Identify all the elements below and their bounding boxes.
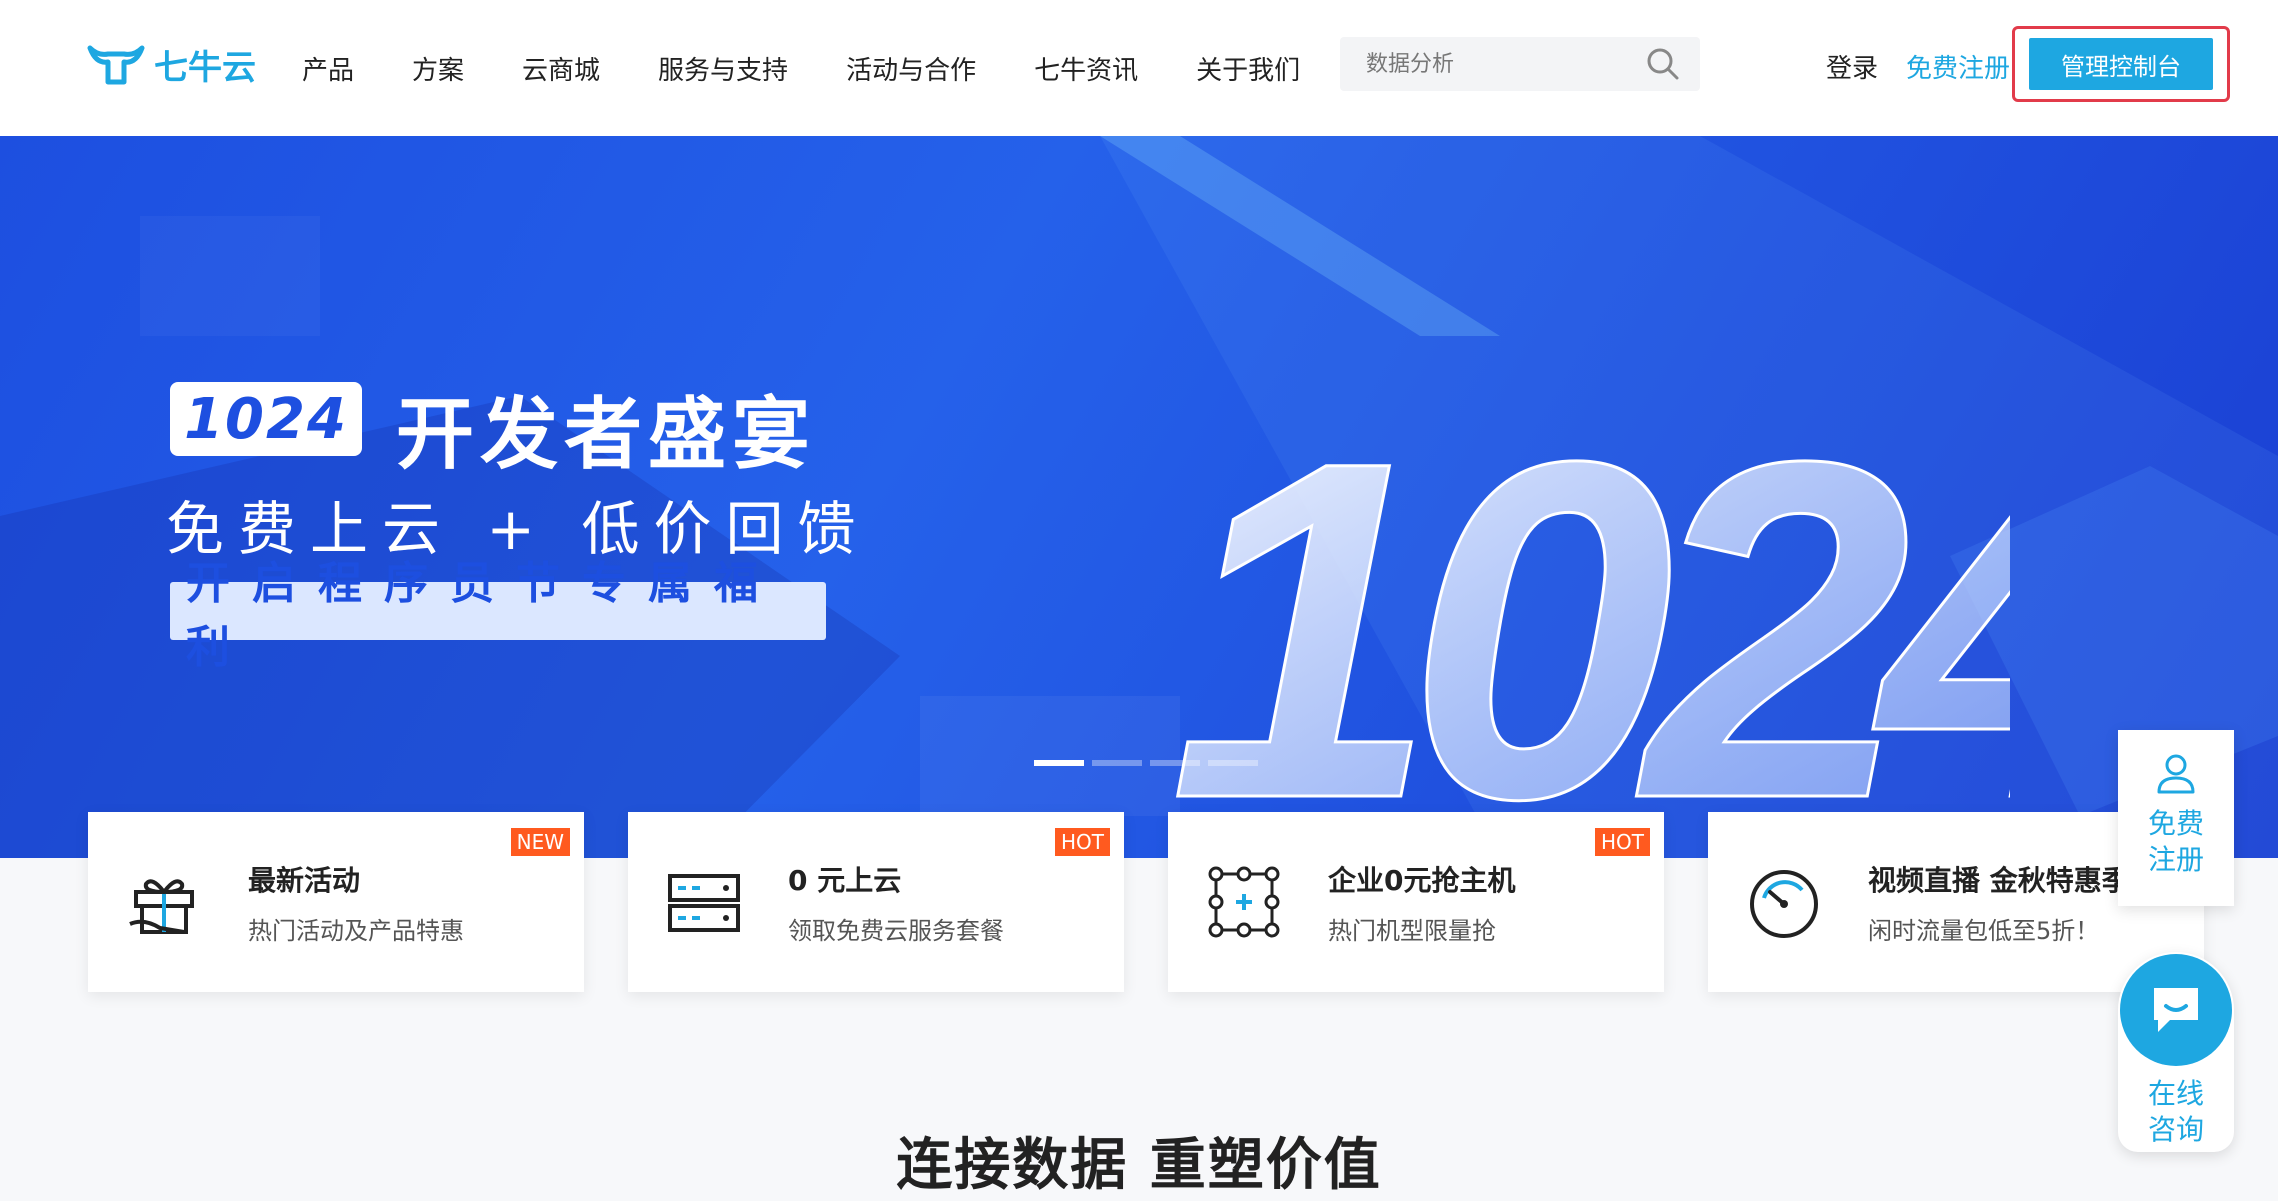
logo-text: 七牛云 [154, 48, 256, 88]
hero-tagline: 开启程序员节专属福利 [170, 558, 826, 673]
nav-item-marketplace[interactable]: 云商城 [522, 50, 600, 87]
card-description: 闲时流量包低至5折！ [1868, 916, 2100, 945]
hero-banner[interactable]: 1024 开发者盛宴 免费上云 + 低价回馈 开启程序员节专属福利 1024 [0, 136, 2278, 858]
hero-big-number: 1024 [1169, 360, 2011, 857]
nav-item-about[interactable]: 关于我们 [1196, 50, 1300, 87]
nav-item-news[interactable]: 七牛资讯 [1034, 50, 1138, 87]
promo-card[interactable]: 企业0元抢主机 热门机型限量抢 HOT [1168, 812, 1664, 992]
card-title: 视频直播 金秋特惠季 [1868, 863, 2130, 897]
console-button[interactable]: 管理控制台 [2029, 38, 2213, 90]
promo-cards: 最新活动 热门活动及产品特惠 NEW 0 元上云 领取免费云服务套餐 HOT 企… [88, 812, 2204, 992]
gift-icon [129, 879, 194, 934]
floating-register-label: 免费注册 [2147, 807, 2204, 877]
hero-title: 开发者盛宴 [396, 390, 817, 480]
console-highlight: 管理控制台 [2012, 26, 2230, 102]
server-icon [668, 874, 740, 932]
carousel-dot[interactable] [1034, 760, 1084, 766]
speedometer-icon [1750, 870, 1818, 938]
section-title: 连接数据 重塑价值 [896, 1133, 1382, 1198]
hero-badge-1024: 1024 [170, 382, 362, 456]
card-title: 0 元上云 [788, 863, 902, 897]
floating-register-widget[interactable]: 免费注册 [2118, 730, 2234, 906]
login-link[interactable]: 登录 [1826, 48, 1878, 85]
qiniu-bull-icon [87, 45, 145, 84]
main-nav: 产品 方案 云商城 服务与支持 活动与合作 七牛资讯 关于我们 [302, 0, 1300, 136]
host-icon [1208, 866, 1280, 938]
new-badge: NEW [510, 828, 570, 856]
card-description: 热门活动及产品特惠 [248, 916, 464, 945]
nav-item-support[interactable]: 服务与支持 [658, 50, 788, 87]
chat-bubble-icon [2154, 988, 2198, 1032]
carousel-dot[interactable] [1092, 760, 1142, 766]
promo-card[interactable]: 0 元上云 领取免费云服务套餐 HOT [628, 812, 1124, 992]
user-icon [2157, 754, 2195, 794]
hero-big-number-text: 1024 [1170, 361, 2010, 856]
register-link[interactable]: 免费注册 [1906, 48, 2010, 85]
nav-item-solutions[interactable]: 方案 [412, 50, 464, 87]
logo[interactable]: 七牛云 [86, 40, 256, 89]
card-title: 最新活动 [248, 863, 361, 897]
carousel-dot[interactable] [1150, 760, 1200, 766]
search-input[interactable] [1364, 50, 1624, 78]
hot-badge: HOT [1055, 828, 1110, 856]
search-box [1340, 37, 1700, 91]
search-icon[interactable] [1646, 47, 1680, 81]
carousel-indicators [1034, 760, 1258, 766]
nav-item-products[interactable]: 产品 [302, 50, 354, 87]
card-title: 企业0元抢主机 [1328, 863, 1516, 897]
top-header: 七牛云 产品 方案 云商城 服务与支持 活动与合作 七牛资讯 关于我们 登录 免… [0, 0, 2278, 136]
card-description: 领取免费云服务套餐 [788, 916, 1004, 945]
card-description: 热门机型限量抢 [1328, 916, 1496, 945]
hot-badge: HOT [1595, 828, 1650, 856]
nav-item-events[interactable]: 活动与合作 [846, 50, 976, 87]
promo-card[interactable]: 最新活动 热门活动及产品特惠 NEW [88, 812, 584, 992]
carousel-dot[interactable] [1208, 760, 1258, 766]
